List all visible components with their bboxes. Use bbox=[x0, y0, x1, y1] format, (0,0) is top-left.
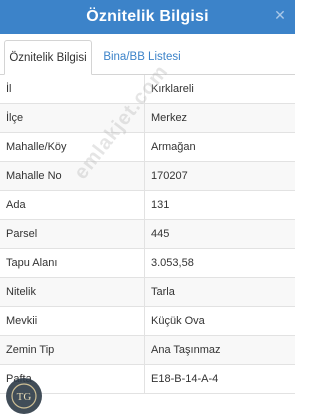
table-row: Mahalle/Köy Armağan bbox=[0, 133, 295, 162]
attribute-table: İl Kırklareli İlçe Merkez Mahalle/Köy Ar… bbox=[0, 75, 295, 394]
table-row: Pafta E18-B-14-A-4 bbox=[0, 365, 295, 394]
table-row: Tapu Alanı 3.053,58 bbox=[0, 249, 295, 278]
table-row: Nitelik Tarla bbox=[0, 278, 295, 307]
column-divider bbox=[144, 191, 145, 220]
row-value: Küçük Ova bbox=[151, 315, 205, 327]
column-divider bbox=[144, 365, 145, 394]
agency-logo: TG bbox=[6, 378, 42, 414]
table-row: Zemin Tip Ana Taşınmaz bbox=[0, 336, 295, 365]
row-value: Kırklareli bbox=[151, 83, 194, 95]
row-value: 3.053,58 bbox=[151, 257, 194, 269]
column-divider bbox=[144, 307, 145, 336]
table-row: İl Kırklareli bbox=[0, 75, 295, 104]
column-divider bbox=[144, 133, 145, 162]
svg-text:TG: TG bbox=[17, 391, 32, 403]
row-value: Tarla bbox=[151, 286, 175, 298]
row-label: Mevkii bbox=[6, 315, 38, 327]
tab-bar: Öznitelik Bilgisi Bina/BB Listesi bbox=[0, 34, 295, 75]
tab-building-list[interactable]: Bina/BB Listesi bbox=[96, 40, 188, 74]
column-divider bbox=[144, 162, 145, 191]
row-value: Ana Taşınmaz bbox=[151, 344, 221, 356]
column-divider bbox=[144, 220, 145, 249]
close-icon[interactable]: ✕ bbox=[273, 8, 287, 22]
dialog-title: Öznitelik Bilgisi bbox=[86, 8, 209, 25]
row-value: 131 bbox=[151, 199, 170, 211]
column-divider bbox=[144, 249, 145, 278]
table-row: Mahalle No 170207 bbox=[0, 162, 295, 191]
row-label: İl bbox=[6, 83, 12, 95]
row-value: Merkez bbox=[151, 112, 188, 124]
column-divider bbox=[144, 75, 145, 104]
table-row: Parsel 445 bbox=[0, 220, 295, 249]
column-divider bbox=[144, 278, 145, 307]
row-label: Nitelik bbox=[6, 286, 36, 298]
row-label: İlçe bbox=[6, 112, 24, 124]
column-divider bbox=[144, 104, 145, 133]
row-label: Zemin Tip bbox=[6, 344, 55, 356]
column-divider bbox=[144, 336, 145, 365]
table-row: Ada 131 bbox=[0, 191, 295, 220]
table-row: İlçe Merkez bbox=[0, 104, 295, 133]
logo-icon: TG bbox=[11, 383, 37, 409]
row-label: Parsel bbox=[6, 228, 38, 240]
dialog-header: Öznitelik Bilgisi ✕ bbox=[0, 0, 295, 34]
row-label: Mahalle No bbox=[6, 170, 62, 182]
row-value: Armağan bbox=[151, 141, 196, 153]
row-label: Mahalle/Köy bbox=[6, 141, 67, 153]
row-label: Tapu Alanı bbox=[6, 257, 58, 269]
row-value: 445 bbox=[151, 228, 170, 240]
row-value: E18-B-14-A-4 bbox=[151, 373, 219, 385]
row-value: 170207 bbox=[151, 170, 188, 182]
table-row: Mevkii Küçük Ova bbox=[0, 307, 295, 336]
row-label: Ada bbox=[6, 199, 26, 211]
tab-attribute-info[interactable]: Öznitelik Bilgisi bbox=[4, 40, 92, 75]
